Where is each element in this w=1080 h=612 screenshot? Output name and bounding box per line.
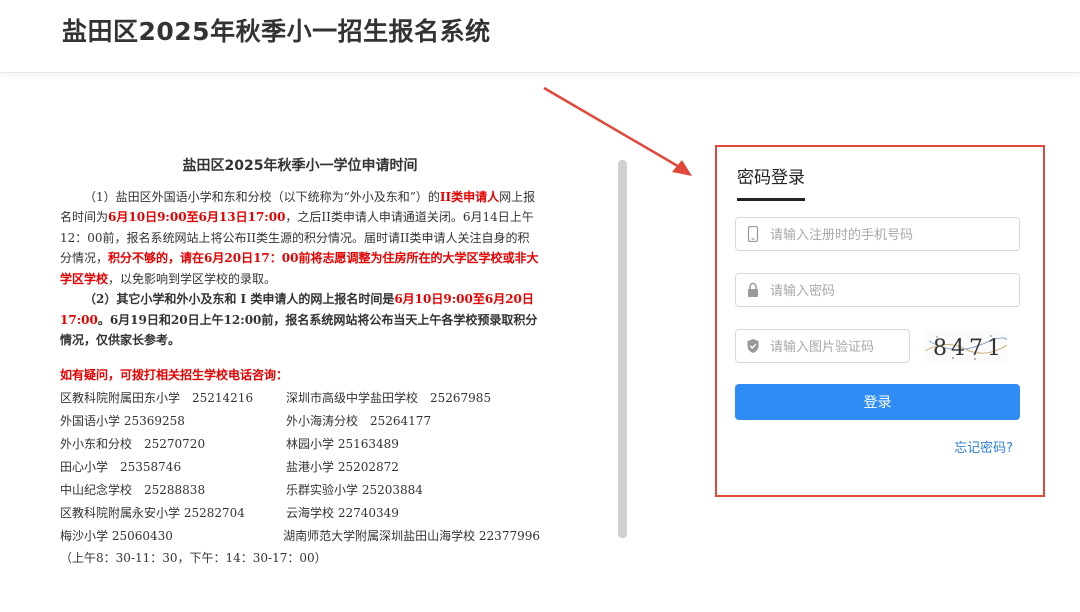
contact-item: 云海学校 22740349 — [286, 506, 399, 520]
contact-item: 盐港小学 25202872 — [286, 460, 399, 474]
forgot-password-link[interactable]: 忘记密码? — [954, 437, 1013, 456]
phone-icon — [747, 226, 759, 242]
lock-icon — [748, 282, 758, 297]
question-heading: 如有疑问，可拨打相关招生学校电话咨询： — [60, 367, 289, 382]
contact-item: 林园小学 25163489 — [286, 437, 399, 451]
captcha-field[interactable] — [735, 329, 910, 364]
contact-row: 田心小学 25358746 盐港小学 25202872 — [60, 456, 540, 479]
top-header: 盐田区2025年秋季小一招生报名系统 — [0, 0, 1080, 73]
phone-field[interactable] — [735, 217, 1020, 252]
tab-password-login[interactable]: 密码登录 — [737, 163, 805, 201]
contact-item: 深圳市高级中学盐田学校 25267985 — [286, 391, 492, 405]
notice-scrollbar[interactable] — [618, 160, 627, 538]
captcha-image[interactable]: 8471 — [925, 331, 1007, 363]
contact-item: 外小海涛分校 25264177 — [286, 414, 432, 428]
phone-input[interactable] — [768, 218, 1012, 252]
contact-item: 乐群实验小学 25203884 — [286, 483, 423, 497]
captcha-input[interactable] — [768, 330, 907, 364]
contact-item: 湖南师范大学附属深圳盐田山海学校 22377996 — [283, 529, 540, 543]
arrow-annotation-icon — [543, 86, 692, 176]
password-input[interactable] — [768, 274, 1012, 308]
shield-icon — [747, 339, 759, 353]
contact-item: 田心小学 25358746 — [60, 460, 182, 474]
text: （2）其它小学和外小及东和 I 类申请人的网上报名时间是 — [84, 292, 395, 306]
highlight-text: II类申请人 — [439, 189, 500, 204]
contact-row: 外小东和分校 25270720 林园小学 25163489 — [60, 433, 540, 456]
contact-row: 区教科院附属永安小学 25282704 云海学校 22740349 — [60, 502, 540, 525]
contact-row: 外国语小学 25369258 外小海涛分校 25264177 — [60, 410, 540, 433]
captcha-text: 8471 — [933, 336, 1005, 361]
contact-item: 区教科院附属永安小学 25282704 — [60, 506, 245, 520]
password-field[interactable] — [735, 273, 1020, 308]
notice-paragraph-2: （2）其它小学和外小及东和 I 类申请人的网上报名时间是6月10日9:00至6月… — [60, 289, 540, 351]
login-button[interactable]: 登录 — [735, 384, 1020, 420]
notice-panel: 盐田区2025年秋季小一学位申请时间 （1）盐田区外国语小学和东和分校（以下统称… — [60, 150, 540, 600]
contact-item: 区教科院附属田东小学 25214216 — [60, 391, 254, 405]
login-panel: 密码登录 8471 登录 忘记密码? — [715, 145, 1045, 497]
notice-paragraph-1: （1）盐田区外国语小学和东和分校（以下统称为“外小及东和”）的II类申请人网上报… — [60, 187, 540, 290]
contact-item: 外小东和分校 25270720 — [60, 437, 206, 451]
contact-row: 中山纪念学校 25288838 乐群实验小学 25203884 — [60, 479, 540, 502]
highlight-date: 6月10日9:00至6月13日17:00 — [108, 210, 286, 224]
contact-item: 中山纪念学校 25288838 — [60, 483, 206, 497]
contact-row: 区教科院附属田东小学 25214216 深圳市高级中学盐田学校 25267985 — [60, 387, 540, 410]
contact-list: 区教科院附属田东小学 25214216 深圳市高级中学盐田学校 25267985 … — [60, 387, 540, 548]
office-hours: （上午8：30-11：30，下午：14：30-17：00） — [60, 551, 327, 565]
text: ，以免影响到学区学校的录取。 — [108, 271, 277, 286]
notice-title: 盐田区2025年秋季小一学位申请时间 — [182, 158, 418, 174]
text: 。6月19日和20日上午12:00前，报名系统网站将公布当天上午各学校预录取积分… — [60, 312, 538, 348]
contact-row: 梅沙小学 25060430 湖南师范大学附属深圳盐田山海学校 22377996 — [60, 525, 540, 548]
contact-item: 外国语小学 25369258 — [60, 414, 185, 428]
text: （1）盐田区外国语小学和东和分校（以下统称为“外小及东和”）的 — [84, 189, 440, 204]
site-title: 盐田区2025年秋季小一招生报名系统 — [62, 17, 491, 46]
contact-item: 梅沙小学 25060430 — [60, 529, 173, 543]
